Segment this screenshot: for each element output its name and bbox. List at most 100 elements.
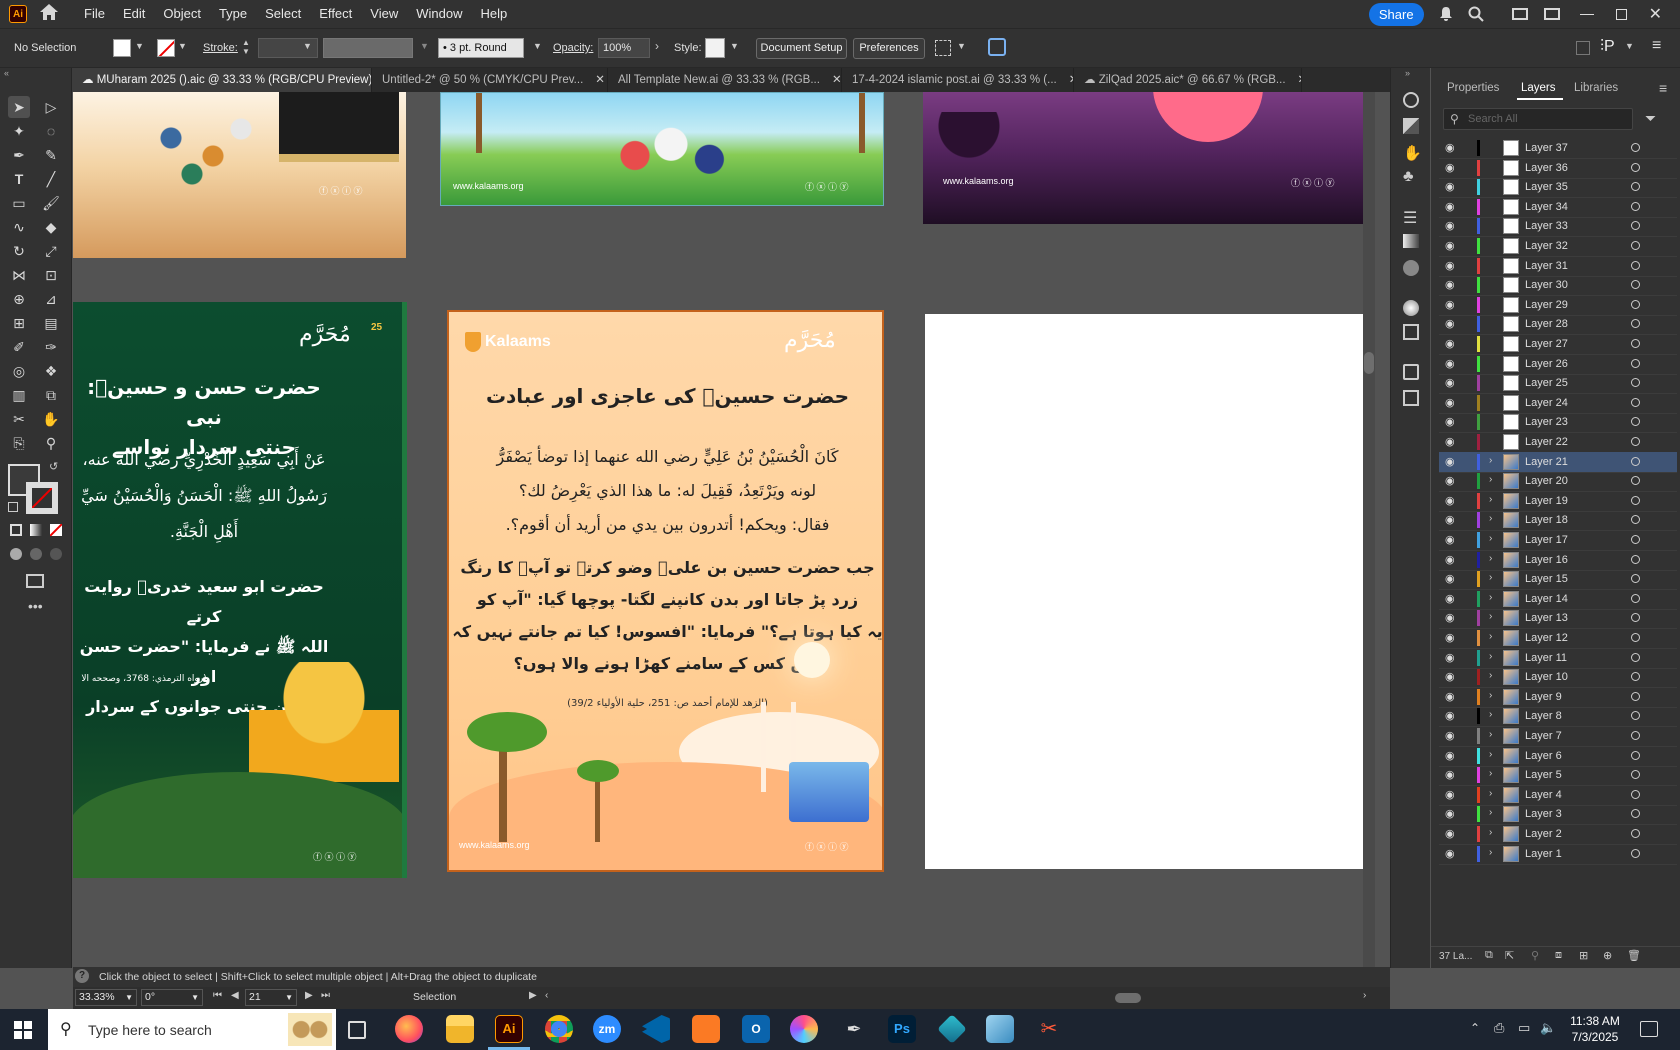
recolor-icon[interactable] [988,38,1006,56]
visibility-eye-icon[interactable]: ◉ [1445,553,1455,566]
photoshop-icon[interactable]: Ps [888,1015,916,1043]
document-setup-button[interactable]: Document Setup [756,38,847,59]
opacity-label[interactable]: Opacity: [553,42,593,54]
visibility-eye-icon[interactable]: ◉ [1445,435,1455,448]
layer-row[interactable]: ◉ › Layer 1 [1439,844,1677,865]
target-circle-icon[interactable] [1631,770,1640,780]
visibility-eye-icon[interactable]: ◉ [1445,455,1455,468]
close-tab-icon[interactable]: ✕ [832,74,841,86]
scroll-left-icon[interactable]: ‹ [545,990,548,1001]
illustrator-taskbar-icon[interactable]: Ai [495,1015,523,1043]
layer-row[interactable]: ◉ › Layer 13 [1439,608,1677,630]
tray-expand-icon[interactable]: ⌃ [1470,1021,1480,1035]
shape-builder-icon[interactable]: ⊕ [8,288,30,310]
target-circle-icon[interactable] [1631,201,1640,211]
gradient-tool-icon[interactable]: ▤ [40,312,62,334]
expand-chevron-icon[interactable]: › [1489,729,1492,740]
xampp-icon[interactable] [692,1015,720,1043]
visibility-eye-icon[interactable]: ◉ [1445,533,1455,546]
visibility-eye-icon[interactable]: ◉ [1445,298,1455,311]
expand-chevron-icon[interactable]: › [1489,553,1492,564]
visibility-eye-icon[interactable]: ◉ [1445,631,1455,644]
eraser-icon[interactable]: ◆ [40,216,62,238]
visibility-eye-icon[interactable]: ◉ [1445,317,1455,330]
chevron-down-icon[interactable]: ▼ [303,41,312,51]
document-tab[interactable]: All Template New.ai @ 33.33 % (RGB... ✕ [608,68,842,92]
visibility-eye-icon[interactable]: ◉ [1445,474,1455,487]
prev-artboard-icon[interactable]: ◀ [231,990,239,1001]
target-circle-icon[interactable] [1631,319,1640,329]
workspace-switcher-icon[interactable] [1511,8,1528,20]
menu-view[interactable]: View [361,0,407,28]
bell-icon[interactable] [1438,6,1454,22]
color-panel-icon[interactable] [1403,300,1419,316]
eyedropper-icon[interactable]: ✐ [8,336,30,358]
touch-type-icon[interactable]: ⫶P [1600,38,1615,56]
visibility-eye-icon[interactable]: ◉ [1445,337,1455,350]
close-tab-icon[interactable]: ✕ [1298,74,1301,86]
restore-button[interactable] [1615,8,1627,20]
expand-chevron-icon[interactable]: › [1489,768,1492,779]
panel-menu-icon[interactable]: ≡ [1652,37,1661,55]
menu-file[interactable]: File [75,0,114,28]
chevron-down-icon[interactable]: ▼ [178,41,187,51]
rotation-select[interactable]: 0° ▼ [141,989,203,1006]
layer-row[interactable]: ◉ Layer 35 [1439,177,1677,199]
export-icon[interactable] [1403,364,1419,380]
expand-chevron-icon[interactable]: › [1489,611,1492,622]
document-tab[interactable]: ☁ ZilQad 2025.aic* @ 66.67 % (RGB... ✕ [1074,68,1302,92]
preferences-button[interactable]: Preferences [853,38,925,59]
file-explorer-icon[interactable] [446,1015,474,1043]
menu-type[interactable]: Type [210,0,256,28]
target-circle-icon[interactable] [1631,613,1640,623]
target-circle-icon[interactable] [1631,456,1640,466]
visibility-eye-icon[interactable]: ◉ [1445,278,1455,291]
first-artboard-icon[interactable]: ⏮ [213,990,222,1001]
layer-row[interactable]: ◉ Layer 32 [1439,236,1677,257]
layer-row[interactable]: ◉ › Layer 3 [1439,804,1677,826]
expand-chevron-icon[interactable]: › [1489,807,1492,818]
visibility-eye-icon[interactable]: ◉ [1445,690,1455,703]
tab-libraries[interactable]: Libraries [1574,82,1618,94]
artboard-top-right[interactable]: www.kalaams.org ⓕ ⓧ ⓘ ⓨ [923,92,1375,224]
chrome-icon[interactable] [545,1015,573,1043]
chevron-down-icon[interactable]: ▼ [420,41,429,51]
expand-chevron-icon[interactable]: › [1489,847,1492,858]
layer-row[interactable]: ◉ › Layer 17 [1439,530,1677,551]
magic-wand-icon[interactable]: ✦ [8,120,30,142]
visibility-eye-icon[interactable]: ◉ [1445,592,1455,605]
stroke-swatch[interactable] [157,39,175,57]
target-circle-icon[interactable] [1631,182,1640,192]
status-menu-arrow[interactable]: ▶ [529,990,537,1001]
close-tab-icon[interactable]: ✕ [595,74,605,86]
visibility-eye-icon[interactable]: ◉ [1445,396,1455,409]
expand-chevron-icon[interactable]: › [1489,592,1492,603]
target-circle-icon[interactable] [1631,143,1640,152]
direct-selection-tool-icon[interactable]: ▷ [40,96,62,118]
layer-row[interactable]: ◉ Layer 36 [1439,158,1677,179]
target-circle-icon[interactable] [1631,437,1640,446]
width-tool-icon[interactable]: ⋈ [8,264,30,286]
expand-chevron-icon[interactable]: › [1489,690,1492,701]
default-colors-icon[interactable] [8,502,18,512]
swap-colors-icon[interactable]: ↺ [49,460,58,473]
layer-row[interactable]: ◉ › Layer 4 [1439,785,1677,806]
layer-row[interactable]: ◉ › Layer 15 [1439,569,1677,591]
target-circle-icon[interactable] [1631,750,1640,760]
layer-row[interactable]: ◉ › Layer 8 [1439,706,1677,728]
layer-row[interactable]: ◉ Layer 27 [1439,334,1677,355]
next-artboard-icon[interactable]: ▶ [305,990,313,1001]
layer-row[interactable]: ◉ › Layer 10 [1439,667,1677,689]
layer-row[interactable]: ◉ › Layer 21 [1439,451,1677,473]
collapse-icon[interactable]: » [1405,68,1410,78]
target-circle-icon[interactable] [1631,672,1640,682]
lasso-icon[interactable]: ◌ [40,120,62,142]
artboard-number-select[interactable]: 21 ▼ [245,989,297,1006]
measure-icon[interactable]: ✑ [40,336,62,358]
visibility-eye-icon[interactable]: ◉ [1445,161,1455,174]
clipping-mask-icon[interactable]: ⧈ [1555,949,1562,962]
layer-row[interactable]: ◉ › Layer 16 [1439,550,1677,571]
target-circle-icon[interactable] [1631,476,1640,486]
symbol-sprayer-icon[interactable]: ❖ [40,360,62,382]
panel-menu-icon[interactable]: ≡ [1659,80,1667,96]
